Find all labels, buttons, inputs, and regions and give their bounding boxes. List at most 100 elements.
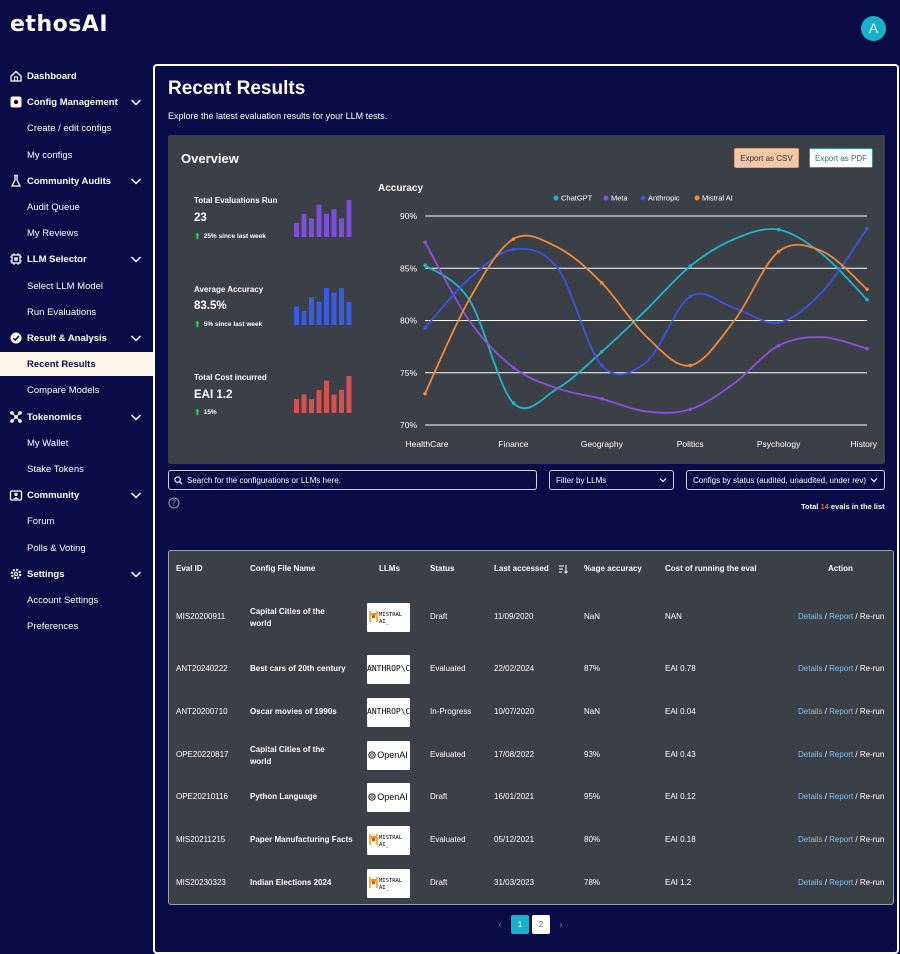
report-link[interactable]: Report <box>829 707 853 716</box>
chevron-down-icon <box>659 478 667 483</box>
help-icon[interactable]: ? <box>168 497 180 509</box>
export-pdf-button[interactable]: Export as PDF <box>809 148 873 168</box>
sidebar-item-config-management[interactable]: Config Management <box>0 90 153 114</box>
pagination-page-1[interactable]: 1 <box>511 915 529 934</box>
report-link[interactable]: Report <box>829 664 853 673</box>
data-point <box>511 365 516 370</box>
rerun-link[interactable]: Re-run <box>860 878 884 887</box>
sidebar-item-llm-selector[interactable]: LLM Selector <box>0 247 153 271</box>
sidebar-item-recent-results[interactable]: Recent Results <box>0 352 153 377</box>
home-icon <box>10 70 22 82</box>
arrow-up-icon: ⬆ <box>194 408 201 417</box>
sidebar-item-forum[interactable]: Forum <box>0 509 153 533</box>
report-link[interactable]: Report <box>829 792 853 801</box>
cell-eval-id: MIS20211215 <box>176 835 226 844</box>
stat-change-text: 5% since last week <box>203 321 263 328</box>
report-link[interactable]: Report <box>829 878 853 887</box>
total-prefix: Total <box>801 502 819 511</box>
details-link[interactable]: Details <box>798 792 822 801</box>
search-placeholder: Search for the configurations or LLMs he… <box>187 475 341 485</box>
legend-dot <box>694 195 700 201</box>
table-header-last-accessed[interactable]: Last accessed <box>494 564 549 573</box>
report-link[interactable]: Report <box>829 612 853 621</box>
openai-logo: OpenAI <box>367 783 410 812</box>
sidebar-item-preferences[interactable]: Preferences <box>0 614 153 638</box>
status-filter-label: Configs by status (audited, unaudited, u… <box>693 475 866 485</box>
rerun-link[interactable]: Re-run <box>860 792 884 801</box>
rerun-link[interactable]: Re-run <box>860 835 884 844</box>
llm-filter-dropdown[interactable]: Filter by LLMs <box>549 470 674 490</box>
anthropic-logo: ANTHROP\C <box>367 698 410 727</box>
report-link[interactable]: Report <box>829 750 853 759</box>
pagination-next[interactable]: › <box>557 915 565 934</box>
sidebar-item-label: Compare Models <box>27 385 100 397</box>
gear-box-icon <box>10 96 22 108</box>
y-tick-label: 90% <box>400 211 417 221</box>
sidebar-item-dashboard[interactable]: Dashboard <box>0 64 153 88</box>
chevron-down-icon[interactable] <box>130 332 142 344</box>
anthropic-logo: ANTHROP\C <box>367 655 410 684</box>
chevron-down-icon[interactable] <box>130 175 142 187</box>
status-filter-dropdown[interactable]: Configs by status (audited, unaudited, u… <box>686 470 885 490</box>
action-separator: / <box>824 878 827 887</box>
chevron-down-icon[interactable] <box>130 411 142 423</box>
sidebar-item-my-reviews[interactable]: My Reviews <box>0 221 153 245</box>
chevron-down-icon[interactable] <box>130 568 142 580</box>
data-point <box>423 391 427 396</box>
sidebar-item-account-settings[interactable]: Account Settings <box>0 588 153 612</box>
export-csv-button[interactable]: Export as CSV <box>734 148 799 168</box>
chevron-down-icon[interactable] <box>130 96 142 108</box>
sidebar-item-polls-voting[interactable]: Polls & Voting <box>0 536 153 560</box>
row-actions: Details / Report / Re-run <box>798 612 884 621</box>
sidebar-item-select-llm-model[interactable]: Select LLM Model <box>0 274 153 298</box>
sidebar-item-community-audits[interactable]: Community Audits <box>0 169 153 193</box>
action-separator: / <box>855 612 858 621</box>
search-input[interactable]: Search for the configurations or LLMs he… <box>168 470 537 490</box>
data-point <box>511 247 516 252</box>
data-point <box>688 294 692 299</box>
details-link[interactable]: Details <box>798 664 822 673</box>
data-point <box>688 407 692 412</box>
pagination-page-2[interactable]: 2 <box>532 915 550 934</box>
details-link[interactable]: Details <box>798 707 822 716</box>
sidebar-item-my-wallet[interactable]: My Wallet <box>0 431 153 455</box>
sidebar-item-community[interactable]: Community <box>0 483 153 507</box>
sidebar-item-settings[interactable]: Settings <box>0 562 153 586</box>
cell-eval-id: ANT20200710 <box>176 707 228 716</box>
sidebar-item-tokenomics[interactable]: Tokenomics <box>0 405 153 429</box>
user-avatar[interactable]: A <box>861 16 886 41</box>
cell-cost: EAI 0.12 <box>665 792 696 801</box>
chevron-down-icon[interactable] <box>130 253 142 265</box>
details-link[interactable]: Details <box>798 835 822 844</box>
mistral-logo: MISTRAL AI_ <box>367 603 410 632</box>
rerun-link[interactable]: Re-run <box>860 664 884 673</box>
cell-cost: EAI 0.04 <box>665 707 696 716</box>
sidebar-item-stake-tokens[interactable]: Stake Tokens <box>0 457 153 481</box>
details-link[interactable]: Details <box>798 750 822 759</box>
rerun-link[interactable]: Re-run <box>860 707 884 716</box>
sidebar-item-label: Account Settings <box>27 595 99 606</box>
data-point <box>776 227 781 232</box>
chevron-down-icon[interactable] <box>130 489 142 501</box>
page-title: Recent Results <box>168 78 306 99</box>
sidebar-item-compare-models[interactable]: Compare Models <box>0 378 153 402</box>
details-link[interactable]: Details <box>798 612 822 621</box>
details-link[interactable]: Details <box>798 878 822 887</box>
cell-accuracy: 93% <box>584 750 601 759</box>
sidebar-item-result-analysis[interactable]: Result & Analysis <box>0 326 153 350</box>
mistral-logo: MISTRAL AI_ <box>367 826 410 855</box>
arrow-up-icon: ⬆ <box>194 232 201 241</box>
sidebar-item-label: Result & Analysis <box>27 333 107 344</box>
sidebar-item-create-edit-configs[interactable]: Create / edit configs <box>0 116 153 140</box>
report-link[interactable]: Report <box>829 835 853 844</box>
sidebar-item-run-evaluations[interactable]: Run Evaluations <box>0 300 153 324</box>
sidebar-item-my-configs[interactable]: My configs <box>0 143 153 167</box>
pagination-prev[interactable]: ‹ <box>496 915 504 934</box>
sidebar-item-label: Recent Results <box>27 359 96 371</box>
rerun-link[interactable]: Re-run <box>860 612 884 621</box>
sidebar-item-audit-queue[interactable]: Audit Queue <box>0 195 153 219</box>
sort-icon[interactable] <box>558 564 568 574</box>
action-separator: / <box>824 707 827 716</box>
x-tick-label: Geography <box>581 439 624 449</box>
rerun-link[interactable]: Re-run <box>860 750 884 759</box>
